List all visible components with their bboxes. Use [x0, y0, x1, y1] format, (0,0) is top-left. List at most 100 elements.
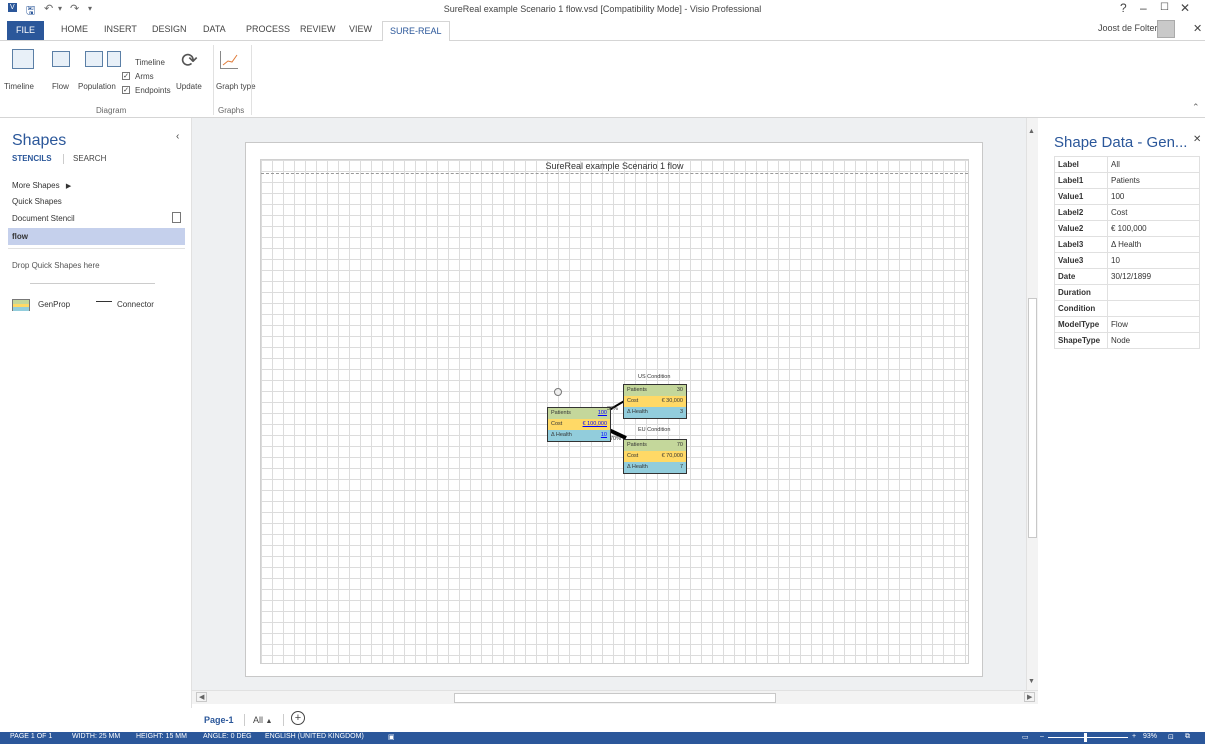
population-button[interactable]: Population [78, 82, 116, 91]
shape-data-value[interactable]: Node [1107, 332, 1200, 349]
eu-health-value: 7 [679, 464, 683, 470]
timeline-button[interactable]: Timeline [4, 82, 34, 91]
eu-node[interactable]: Patients 70 Cost € 70,000 Δ Health 7 [623, 439, 687, 474]
shape-data-value[interactable]: 30/12/1899 [1107, 268, 1200, 285]
shape-data-value[interactable]: Flow [1107, 316, 1200, 333]
us-node[interactable]: Patients 30 Cost € 30,000 Δ Health 3 [623, 384, 687, 419]
drawing-canvas[interactable]: SureReal example Scenario 1 flow Patient… [192, 118, 1038, 690]
close-button[interactable]: ✕ [1180, 1, 1190, 15]
tab-design[interactable]: DESIGN [152, 24, 187, 34]
status-language[interactable]: ENGLISH (UNITED KINGDOM) [265, 733, 364, 740]
shape-data-key: Condition [1054, 300, 1108, 317]
horizontal-scrollbar[interactable]: ◀ ▶ [192, 690, 1038, 704]
stencils-tab[interactable]: STENCILS [12, 154, 52, 163]
zoom-slider-thumb[interactable] [1084, 733, 1087, 742]
add-page-icon[interactable]: + [291, 711, 305, 725]
shape-data-key: Date [1054, 268, 1108, 285]
shape-data-row[interactable]: Value2 € 100,000 [1054, 220, 1200, 237]
main-node[interactable]: Patients 100 Cost € 100,000 Δ Health 10 [547, 407, 611, 442]
connector-shape-icon[interactable] [96, 301, 112, 309]
shape-data-key: Label3 [1054, 236, 1108, 253]
search-tab[interactable]: SEARCH [73, 154, 106, 163]
scroll-down-icon[interactable]: ▼ [1028, 678, 1035, 685]
quick-shapes-item[interactable]: Quick Shapes [12, 197, 62, 206]
vertical-scroll-thumb[interactable] [1028, 298, 1037, 538]
presentation-mode-icon[interactable]: ▭ [1022, 733, 1029, 741]
close-document-icon[interactable]: ✕ [1193, 22, 1202, 35]
drawing-page[interactable]: SureReal example Scenario 1 flow Patient… [245, 142, 983, 677]
shape-data-value[interactable]: Δ Health [1107, 236, 1200, 253]
help-button[interactable]: ? [1120, 1, 1127, 15]
pct-eu-label: 70% [610, 436, 622, 442]
shape-data-value[interactable]: Cost [1107, 204, 1200, 221]
zoom-out-icon[interactable]: – [1040, 733, 1044, 740]
shape-data-value[interactable]: All [1107, 156, 1200, 173]
ribbon-separator-end [251, 45, 252, 115]
stencil-flow-selected[interactable]: flow [8, 228, 185, 245]
horizontal-scroll-thumb[interactable] [454, 693, 776, 703]
scroll-right-icon[interactable]: ▶ [1024, 692, 1036, 702]
tab-home[interactable]: HOME [61, 24, 88, 34]
scroll-left-icon[interactable]: ◀ [196, 692, 208, 702]
shape-data-value[interactable]: Patients [1107, 172, 1200, 189]
tab-file[interactable]: FILE [7, 21, 44, 40]
more-shapes-label: More Shapes [12, 181, 60, 190]
zoom-slider[interactable] [1048, 733, 1128, 742]
document-stencil-item[interactable]: Document Stencil [12, 214, 75, 223]
macro-record-icon[interactable]: ▣ [388, 733, 395, 741]
flow-button[interactable]: Flow [52, 82, 69, 91]
update-button[interactable]: Update [176, 82, 202, 91]
us-condition-label: US Condition [638, 374, 671, 380]
arms-checkbox[interactable]: ✓ [122, 72, 130, 80]
shape-data-row[interactable]: Value1 100 [1054, 188, 1200, 205]
tab-insert[interactable]: INSERT [104, 24, 137, 34]
tab-data[interactable]: DATA [203, 24, 226, 34]
all-pages-button[interactable]: All ▲ [253, 715, 272, 725]
tab-sure-real[interactable]: SURE-REAL [382, 21, 450, 42]
scroll-up-icon[interactable]: ▲ [1028, 128, 1035, 135]
shape-data-row[interactable]: Label3 Δ Health [1054, 236, 1200, 253]
shape-data-value[interactable]: € 100,000 [1107, 220, 1200, 237]
collapse-ribbon-icon[interactable]: ⌃ [1192, 102, 1200, 113]
shape-data-value[interactable]: 100 [1107, 188, 1200, 205]
genprop-shape-icon[interactable] [12, 299, 30, 311]
shape-data-row[interactable]: Duration [1054, 284, 1200, 301]
endpoints-checkbox[interactable]: ✓ [122, 86, 130, 94]
shape-data-row[interactable]: Label All [1054, 156, 1200, 173]
shape-data-row[interactable]: ShapeType Node [1054, 332, 1200, 349]
shape-data-row[interactable]: Condition [1054, 300, 1200, 317]
close-pane-icon[interactable]: ✕ [1193, 134, 1201, 145]
shape-data-row[interactable]: Date 30/12/1899 [1054, 268, 1200, 285]
zoom-level[interactable]: 93% [1143, 733, 1157, 740]
rotation-handle-icon[interactable] [554, 388, 562, 396]
zoom-in-icon[interactable]: + [1132, 733, 1136, 740]
avatar[interactable] [1157, 20, 1175, 38]
main-health-row: Δ Health 10 [548, 430, 610, 441]
restore-button[interactable]: ☐ [1160, 2, 1169, 13]
switch-windows-icon[interactable]: ⧉ [1185, 733, 1190, 741]
connector-label[interactable]: Connector [117, 300, 154, 309]
minimize-button[interactable]: – [1140, 1, 1147, 15]
vertical-scrollbar[interactable]: ▲ ▼ [1026, 118, 1038, 690]
collapse-pane-icon[interactable]: ‹ [176, 131, 179, 142]
more-shapes-item[interactable]: More Shapes ▶ [12, 181, 71, 190]
tab-view[interactable]: VIEW [349, 24, 372, 34]
user-name[interactable]: Joost de Folter [1098, 23, 1158, 33]
shape-data-key: Label1 [1054, 172, 1108, 189]
flow-icon [52, 51, 70, 67]
shape-data-value[interactable] [1107, 284, 1200, 301]
graph-type-button[interactable]: Graph type [216, 82, 256, 91]
shape-data-row[interactable]: Value3 10 [1054, 252, 1200, 269]
shape-data-value[interactable]: 10 [1107, 252, 1200, 269]
tab-page-1[interactable]: Page-1 [204, 715, 234, 725]
shape-data-value[interactable] [1107, 300, 1200, 317]
shape-data-row[interactable]: Label2 Cost [1054, 204, 1200, 221]
fit-page-icon[interactable]: ⊡ [1168, 733, 1174, 741]
main-patients-value: 100 [597, 410, 607, 416]
tab-review[interactable]: REVIEW [300, 24, 336, 34]
tab-process[interactable]: PROCESS [246, 24, 290, 34]
status-page[interactable]: PAGE 1 OF 1 [10, 733, 52, 740]
shape-data-row[interactable]: Label1 Patients [1054, 172, 1200, 189]
shape-data-row[interactable]: ModelType Flow [1054, 316, 1200, 333]
genprop-label[interactable]: GenProp [38, 300, 70, 309]
